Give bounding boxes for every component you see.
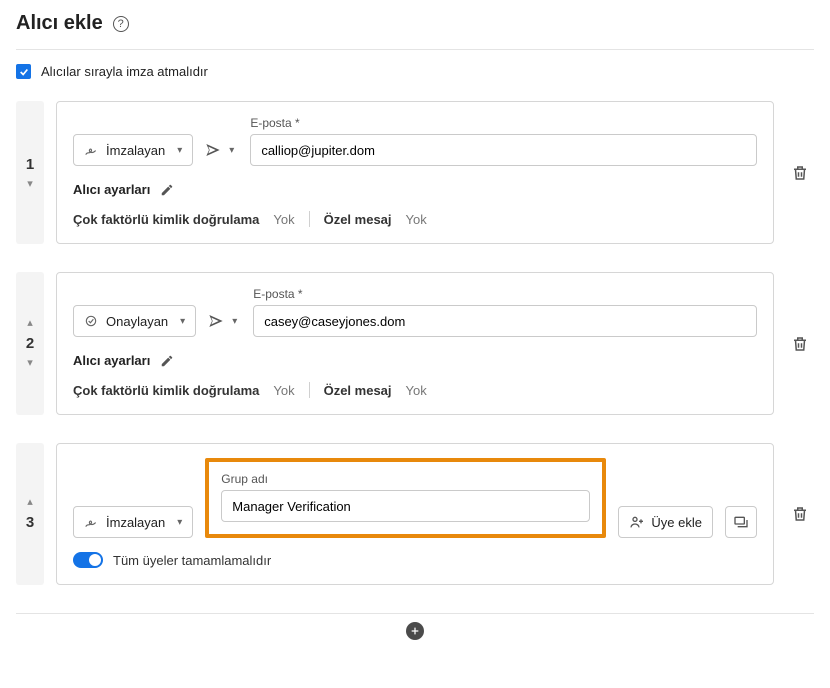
order-column[interactable]: ▴ 2 ▾ — [16, 272, 44, 415]
order-number: 3 — [26, 514, 34, 531]
recipient-settings-label: Alıcı ayarları — [73, 353, 150, 368]
chevron-down-icon: ▾ — [228, 316, 241, 327]
approver-icon — [84, 314, 98, 328]
delete-icon[interactable] — [791, 164, 809, 182]
email-label: E-posta * — [250, 116, 757, 130]
email-input[interactable] — [253, 305, 757, 337]
edit-icon[interactable] — [160, 354, 174, 368]
recipient-actions — [786, 272, 814, 415]
recipient-group-card: İmzalayan ▾ Grup adı Üye ekle Tüm üyeler… — [56, 443, 774, 585]
paper-plane-icon — [208, 313, 224, 329]
private-msg-value: Yok — [406, 383, 427, 398]
role-label: İmzalayan — [106, 515, 165, 530]
delete-icon[interactable] — [791, 505, 809, 523]
group-name-highlight: Grup adı — [205, 458, 606, 538]
order-column[interactable]: ▴ 3 — [16, 443, 44, 585]
sequential-checkbox[interactable] — [16, 64, 31, 79]
email-label: E-posta * — [253, 287, 757, 301]
chevron-down-icon: ▾ — [225, 145, 238, 156]
recipient-card: Onaylayan ▾ ▾ E-posta * Alıcı ayarları — [56, 272, 774, 415]
chevron-down-icon[interactable]: ▾ — [27, 358, 33, 369]
order-number: 2 — [26, 335, 34, 352]
chevron-down-icon: ▾ — [176, 316, 189, 327]
page-title: Alıcı ekle — [16, 12, 103, 35]
chevron-down-icon: ▾ — [173, 517, 186, 528]
private-msg-label: Özel mesaj — [324, 212, 392, 227]
recipient-row: ▴ 2 ▾ Onaylayan ▾ ▾ E-posta * — [16, 272, 814, 415]
chevron-up-icon[interactable]: ▴ — [27, 318, 33, 329]
order-number: 1 — [26, 156, 34, 173]
divider — [309, 382, 310, 398]
section-header: Alıcı ekle ? — [16, 12, 814, 50]
recipient-card: İmzalayan ▾ ▾ E-posta * Alıcı ayarları — [56, 101, 774, 244]
parallel-group-button[interactable] — [725, 506, 757, 538]
delete-icon[interactable] — [791, 335, 809, 353]
email-field-wrap: E-posta * — [253, 287, 757, 337]
recipient-settings-row: Alıcı ayarları — [73, 353, 757, 368]
paper-plane-icon — [205, 142, 221, 158]
all-members-toggle[interactable] — [73, 552, 103, 568]
role-select[interactable]: İmzalayan ▾ — [73, 506, 193, 538]
group-main-row: İmzalayan ▾ Grup adı Üye ekle — [73, 458, 757, 538]
add-member-label: Üye ekle — [651, 515, 702, 530]
sequential-signing-row: Alıcılar sırayla imza atmalıdır — [16, 64, 814, 79]
recipient-main-row: İmzalayan ▾ ▾ E-posta * — [73, 116, 757, 166]
order-column[interactable]: 1 ▾ — [16, 101, 44, 244]
private-msg-value: Yok — [406, 212, 427, 227]
divider — [309, 211, 310, 227]
delivery-method-button[interactable]: ▾ — [205, 134, 238, 166]
recipient-actions — [786, 443, 814, 585]
role-label: İmzalayan — [106, 143, 165, 158]
delivery-method-button[interactable]: ▾ — [208, 305, 241, 337]
group-name-label: Grup adı — [221, 472, 590, 486]
sequential-label: Alıcılar sırayla imza atmalıdır — [41, 64, 208, 79]
recipient-settings-label: Alıcı ayarları — [73, 182, 150, 197]
role-select[interactable]: İmzalayan ▾ — [73, 134, 193, 166]
mfa-label: Çok faktörlü kimlik doğrulama — [73, 212, 259, 227]
mfa-value: Yok — [273, 383, 294, 398]
email-field-wrap: E-posta * — [250, 116, 757, 166]
signer-icon — [84, 515, 98, 529]
recipient-main-row: Onaylayan ▾ ▾ E-posta * — [73, 287, 757, 337]
add-recipient-row — [16, 613, 814, 640]
role-label: Onaylayan — [106, 314, 168, 329]
chevron-up-icon[interactable]: ▴ — [27, 497, 33, 508]
recipient-actions — [786, 101, 814, 244]
add-recipient-button[interactable] — [406, 622, 424, 640]
recipient-group-row: ▴ 3 İmzalayan ▾ Grup adı Üye ekle — [16, 443, 814, 585]
add-member-icon — [629, 514, 645, 530]
chevron-down-icon[interactable]: ▾ — [27, 179, 33, 190]
add-member-button[interactable]: Üye ekle — [618, 506, 713, 538]
recipient-meta-row: Çok faktörlü kimlik doğrulama Yok Özel m… — [73, 382, 757, 398]
all-members-toggle-row: Tüm üyeler tamamlamalıdır — [73, 552, 757, 568]
group-name-input[interactable] — [221, 490, 590, 522]
all-members-label: Tüm üyeler tamamlamalıdır — [113, 553, 271, 568]
recipient-meta-row: Çok faktörlü kimlik doğrulama Yok Özel m… — [73, 211, 757, 227]
mfa-value: Yok — [273, 212, 294, 227]
email-input[interactable] — [250, 134, 757, 166]
recipient-settings-row: Alıcı ayarları — [73, 182, 757, 197]
private-msg-label: Özel mesaj — [324, 383, 392, 398]
recipient-row: 1 ▾ İmzalayan ▾ ▾ E-posta * — [16, 101, 814, 244]
mfa-label: Çok faktörlü kimlik doğrulama — [73, 383, 259, 398]
chevron-down-icon: ▾ — [173, 145, 186, 156]
role-select[interactable]: Onaylayan ▾ — [73, 305, 196, 337]
edit-icon[interactable] — [160, 183, 174, 197]
help-icon[interactable]: ? — [113, 16, 129, 32]
signer-icon — [84, 143, 98, 157]
